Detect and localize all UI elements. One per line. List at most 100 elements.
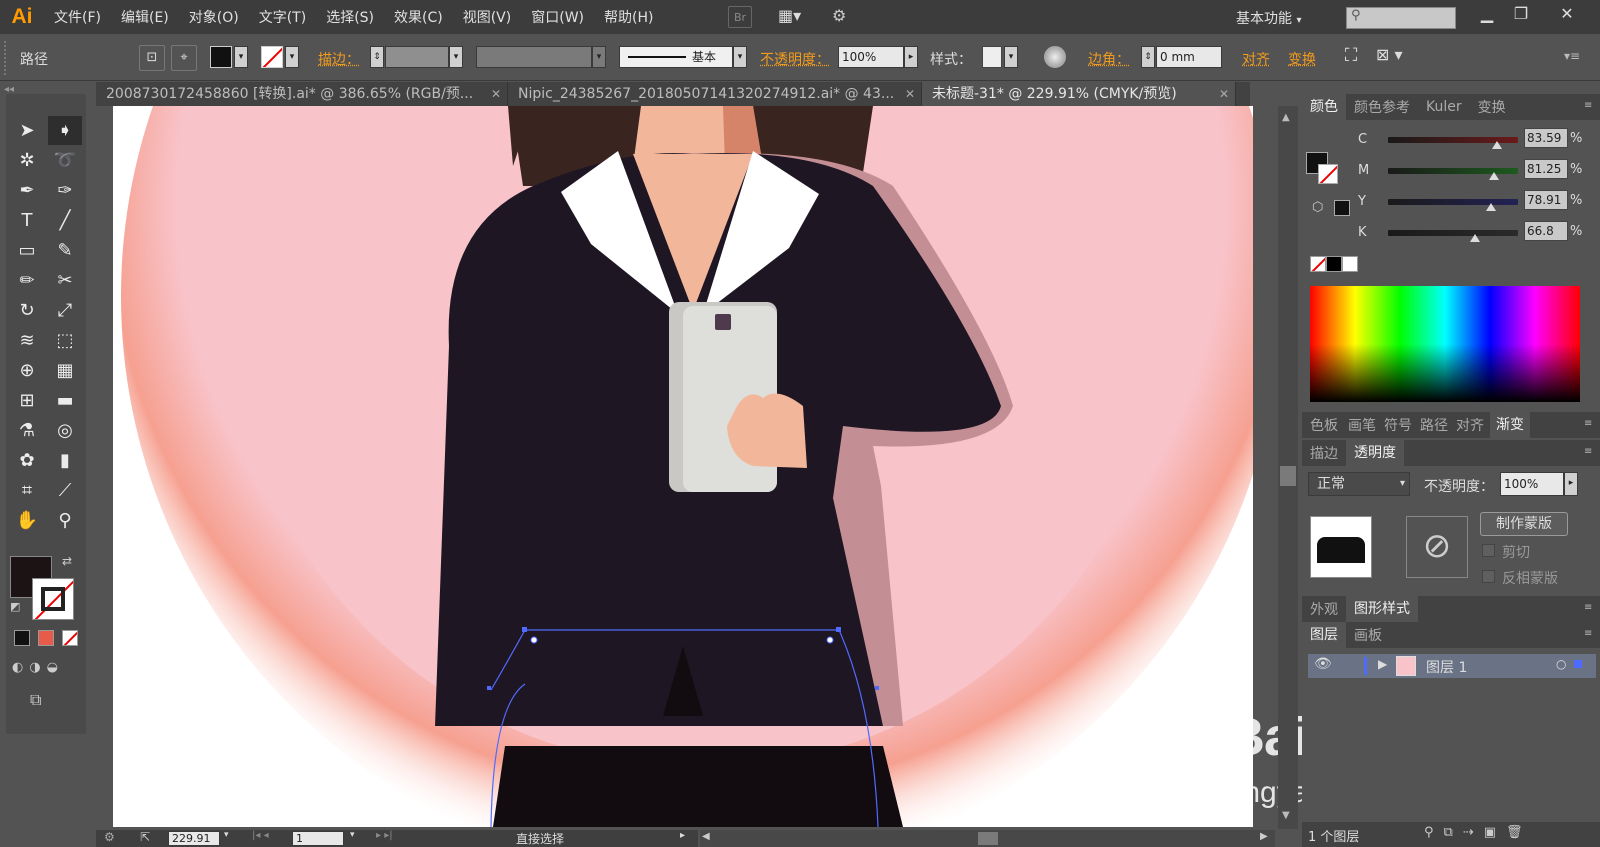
style-dropdown[interactable]: ▾ (1004, 46, 1018, 68)
object-thumbnail[interactable] (1310, 516, 1372, 578)
vertical-scroll-thumb[interactable] (1280, 466, 1296, 486)
artboard[interactable] (113, 106, 1253, 827)
vertical-scrollbar[interactable]: ▲ ▼ (1278, 106, 1298, 829)
menu-select[interactable]: 选择(S) (316, 7, 384, 27)
screen-mode-icon[interactable]: ⧉ (30, 690, 41, 710)
menu-help[interactable]: 帮助(H) (594, 7, 663, 27)
stroke-dropdown[interactable]: ▾ (285, 46, 299, 68)
color-mode-icon[interactable] (14, 630, 30, 646)
tab-graphic-styles[interactable]: 图形样式 (1346, 596, 1418, 622)
document-tab[interactable]: 2008730172458860 [转换].ai* @ 386.65% (RGB… (96, 82, 508, 106)
menu-window[interactable]: 窗口(W) (521, 7, 594, 27)
slider-knob[interactable] (1469, 234, 1480, 242)
channel-k-slider[interactable] (1388, 230, 1518, 242)
paintbrush-icon[interactable]: ✎ (48, 236, 82, 265)
tab-swatches[interactable]: 色板 (1302, 415, 1346, 435)
workspace-switcher[interactable]: 基本功能 ▾ (1236, 8, 1301, 28)
rectangle-tool-icon[interactable]: ▭ (10, 236, 44, 265)
tab-appearance[interactable]: 外观 (1302, 599, 1346, 619)
menu-file[interactable]: 文件(F) (44, 7, 111, 27)
horizontal-scroll-thumb[interactable] (978, 832, 998, 845)
tab-brushes[interactable]: 画笔 (1346, 415, 1378, 435)
transparency-opacity-input[interactable]: 100% (1500, 472, 1564, 496)
fill-swatch[interactable] (210, 46, 232, 68)
channel-c-slider[interactable] (1388, 137, 1518, 149)
default-colors-icon[interactable]: ◩ (10, 600, 20, 613)
gpu-performance-icon[interactable]: ⚙ (832, 6, 862, 28)
stroke-label[interactable]: 描边： (318, 49, 360, 69)
gradient-tool-icon[interactable]: ▬ (48, 386, 82, 415)
menu-view[interactable]: 视图(V) (453, 7, 522, 27)
menu-object[interactable]: 对象(O) (179, 7, 249, 27)
scissors-icon[interactable]: ✂ (48, 266, 82, 295)
symbol-sprayer-icon[interactable]: ✿ (10, 446, 44, 475)
panel-menu-icon[interactable]: ≡ (1584, 602, 1592, 613)
bridge-button[interactable]: Br (728, 6, 752, 28)
document-tab-active[interactable]: 未标题-31* @ 229.91% (CMYK/预览) ✕ (922, 82, 1236, 106)
selection-indicator[interactable] (1574, 660, 1582, 668)
illustration[interactable] (113, 106, 1253, 827)
channel-y-value[interactable]: 78.91 (1524, 190, 1568, 210)
tab-transparency[interactable]: 透明度 (1346, 440, 1404, 466)
stroke-color-box[interactable] (32, 578, 74, 620)
opacity-input[interactable]: 100% (838, 46, 904, 68)
perspective-grid-icon[interactable]: ▦ (48, 356, 82, 385)
layer-row[interactable]: 👁 ▶ 图层 1 ○ (1308, 654, 1596, 678)
black-swatch[interactable] (1326, 256, 1342, 272)
warp-tool-icon[interactable]: ≋ (10, 326, 44, 355)
invert-mask-checkbox[interactable] (1482, 570, 1495, 583)
slider-knob[interactable] (1488, 172, 1499, 180)
blend-tool-icon[interactable]: ◎ (48, 416, 82, 445)
stroke-weight-stepper[interactable]: ⇕ (370, 46, 384, 68)
arrange-documents-icon[interactable]: ▦▾ (778, 6, 812, 28)
opacity-slider-arrow-icon[interactable]: ▸ (1564, 472, 1578, 496)
shape-builder-icon[interactable]: ⊕ (10, 356, 44, 385)
color-spectrum[interactable] (1310, 286, 1580, 402)
target-circle-icon[interactable]: ○ (1556, 657, 1566, 671)
slider-knob[interactable] (1491, 141, 1502, 149)
anchor-point[interactable] (487, 686, 491, 690)
eye-icon[interactable]: 👁 (1314, 656, 1332, 672)
variable-width-profile[interactable] (476, 46, 592, 68)
tab-align[interactable]: 对齐 (1450, 415, 1490, 435)
gradient-mode-icon[interactable] (38, 630, 54, 646)
slice-tool-icon[interactable]: ⟋ (48, 476, 82, 505)
direction-handle[interactable] (530, 636, 538, 644)
rotate-tool-icon[interactable]: ↻ (10, 296, 44, 325)
brush-dropdown[interactable]: ▾ (733, 46, 747, 68)
web-safe-swatch[interactable] (1334, 200, 1350, 216)
line-tool-icon[interactable]: ╱ (48, 206, 82, 235)
corner-radius-input[interactable]: 0 mm (1156, 46, 1222, 68)
first-artboard-icon[interactable]: |◂ ◂ (252, 830, 269, 841)
type-tool-icon[interactable]: T (10, 206, 44, 235)
share-icon[interactable]: ⇱ (140, 830, 150, 844)
corner-stepper[interactable]: ⇕ (1141, 46, 1155, 68)
white-swatch[interactable] (1342, 256, 1358, 272)
channel-m-slider[interactable] (1388, 168, 1518, 180)
close-tab-icon[interactable]: ✕ (905, 82, 915, 106)
stroke-weight-input[interactable] (385, 46, 449, 68)
align-link[interactable]: 对齐 (1242, 49, 1270, 69)
stroke-none-swatch[interactable] (261, 46, 283, 68)
next-artboard-icon[interactable]: ▸ ▸| (376, 830, 393, 841)
status-menu-icon[interactable]: ▸ (680, 830, 685, 841)
panel-menu-icon[interactable]: ≡ (1584, 418, 1592, 429)
channel-y-slider[interactable] (1388, 199, 1518, 211)
out-of-gamut-icon[interactable]: ⬡ (1312, 200, 1323, 215)
layer-action-icons[interactable]: ⚲⧉⇢▣🗑 (1424, 825, 1532, 840)
blend-mode-select[interactable]: 正常 ▾ (1308, 472, 1410, 496)
tab-stroke[interactable]: 描边 (1302, 443, 1346, 463)
scale-tool-icon[interactable]: ⤢ (48, 296, 82, 325)
direction-handle[interactable] (826, 636, 834, 644)
selection-tool-icon[interactable]: ➤ (10, 116, 44, 145)
mesh-tool-icon[interactable]: ⊞ (10, 386, 44, 415)
swap-colors-icon[interactable]: ⇄ (62, 554, 72, 568)
anchor-convert-icon[interactable]: ⊡ (139, 45, 165, 71)
zoom-dropdown-icon[interactable]: ▾ (224, 830, 229, 840)
slider-knob[interactable] (1485, 203, 1496, 211)
close-tab-icon[interactable]: ✕ (1219, 82, 1229, 106)
eyedropper-icon[interactable]: ⚗ (10, 416, 44, 445)
opacity-arrow-icon[interactable]: ▸ (904, 46, 918, 68)
tab-gradient[interactable]: 渐变 (1490, 412, 1530, 438)
clip-checkbox[interactable] (1482, 544, 1495, 557)
